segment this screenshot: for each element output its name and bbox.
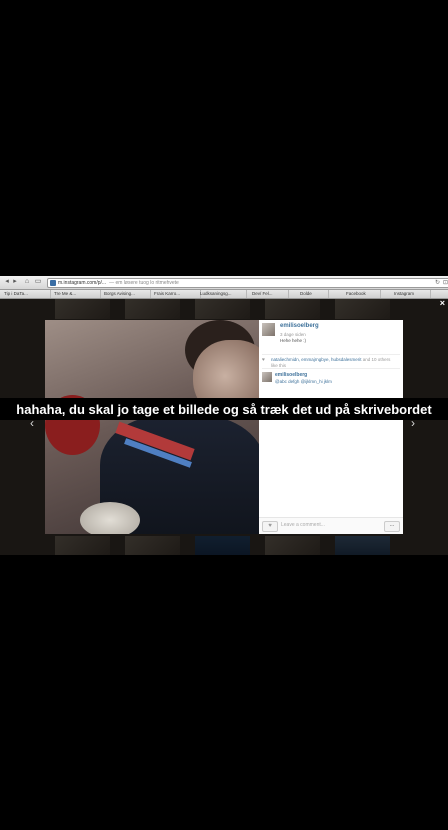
browser-toolbar: ◂ ▸ ⌂ ▭ m.instagram.com/p/... — em løsere…: [0, 276, 448, 290]
post-photo: [45, 320, 259, 534]
like-button[interactable]: ♥: [262, 521, 278, 532]
likes-line2: like this: [271, 363, 287, 368]
avatar[interactable]: [262, 372, 272, 382]
home-icon[interactable]: ⌂: [23, 278, 31, 286]
bookmark-item[interactable]: Tip i DaTa...: [0, 290, 51, 298]
bookmark-item[interactable]: Ludksaningsg...: [196, 290, 247, 298]
avatar[interactable]: [262, 323, 275, 336]
forward-icon[interactable]: ▸: [11, 278, 19, 286]
url-text: m.instagram.com/p/...: [58, 280, 107, 286]
comment-username[interactable]: emilisoelberg: [275, 372, 307, 378]
post-caption: Hehe hehe :): [280, 338, 307, 343]
bookmark-item[interactable]: Dolde: [296, 290, 329, 298]
page-title: — em løsere tuog lo ritmehvete: [109, 280, 179, 286]
likes-text[interactable]: nataliechmidn, emmajrngbye, hubsdalesmer…: [271, 357, 390, 362]
post-footer: ♥ Leave a comment... ...: [259, 517, 403, 534]
likes-rest: and 10 others: [361, 357, 391, 362]
bookmark-item[interactable]: Dev/ Fel...: [248, 290, 289, 298]
address-bar[interactable]: m.instagram.com/p/... — em løsere tuog lo…: [47, 278, 448, 288]
bookmark-item[interactable]: Frais Karro...: [150, 290, 201, 298]
likes-row: ♥ nataliechmidn, emmajrngbye, hubsdalesm…: [262, 354, 400, 369]
bookmark-item[interactable]: Instagram: [390, 290, 431, 298]
comment-input[interactable]: Leave a comment...: [281, 521, 381, 530]
likes-names[interactable]: nataliechmidn, emmajrngbye, hubsdalesmer…: [271, 357, 362, 362]
bookmark-item[interactable]: Borgs Avising...: [100, 290, 151, 298]
close-icon[interactable]: ×: [440, 299, 445, 308]
photo-cup: [80, 502, 140, 534]
reader-icon[interactable]: ⊡: [443, 279, 448, 287]
back-icon[interactable]: ◂: [3, 278, 11, 286]
share-icon[interactable]: ▭: [34, 278, 42, 286]
more-options-button[interactable]: ...: [384, 521, 400, 532]
favicon-icon: [50, 280, 56, 286]
post-username[interactable]: emilisoelberg: [280, 323, 319, 329]
bookmark-item[interactable]: Tre Me &...: [50, 290, 101, 298]
heart-icon: ♥: [268, 523, 272, 529]
bookmarks-bar: Tip i DaTa... Tre Me &... Borgs Avising.…: [0, 290, 448, 299]
instagram-page: × ‹ › emilisoelberg 3 dage siden Hehe he…: [0, 299, 448, 555]
post-details-panel: emilisoelberg 3 dage siden Hehe hehe :) …: [259, 320, 403, 534]
reload-icon[interactable]: ↻: [435, 279, 440, 287]
bookmark-item[interactable]: Facebook: [342, 290, 381, 298]
video-subtitle: hahaha, du skal jo tage et billede og så…: [16, 402, 432, 417]
post-time: 3 dage siden: [280, 332, 306, 337]
heart-icon: ♥: [262, 357, 265, 363]
comment-text: @abc defgh @ijklmn_hi jklm: [275, 379, 332, 384]
